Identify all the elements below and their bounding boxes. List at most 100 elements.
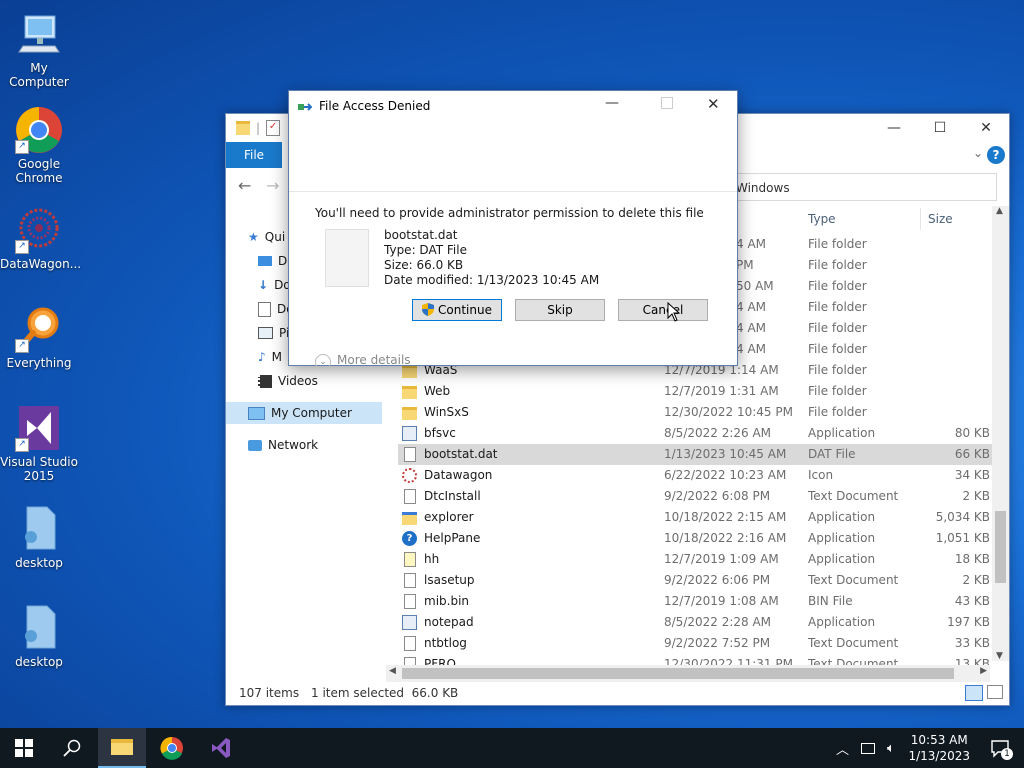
file-row-dtcinstall[interactable]: DtcInstall 9/2/2022 6:08 PM Text Document 2…	[398, 486, 994, 507]
file-icon	[404, 447, 416, 462]
folder-icon	[402, 407, 417, 420]
horizontal-scrollbar[interactable]: ◀ ▶	[386, 665, 990, 682]
properties-icon[interactable]: ✓	[266, 120, 281, 136]
music-icon: ♪	[258, 350, 266, 364]
chevron-up-icon[interactable]: ︿	[836, 739, 849, 758]
visual-studio-icon: ↗	[15, 404, 63, 452]
nav-item-my-computer[interactable]: My Computer	[226, 402, 382, 424]
explorer-close-button[interactable]: ✕	[963, 114, 1009, 142]
nav-item-videos[interactable]: Videos	[258, 370, 318, 392]
nav-item-pictures[interactable]: Pi	[258, 322, 289, 344]
nav-item-quick-access[interactable]: ★ Qui	[248, 226, 285, 248]
file-icon	[404, 594, 416, 609]
desktop-icon-label: Everything	[6, 356, 72, 370]
scroll-down-arrow-icon[interactable]: ▼	[996, 651, 1003, 661]
datawagon-icon: ↗	[15, 206, 63, 254]
cancel-button[interactable]: Cancel	[618, 299, 708, 321]
notepad-icon	[402, 615, 417, 630]
dialog-close-button[interactable]: ✕	[707, 95, 720, 113]
document-icon	[258, 301, 271, 317]
file-icon	[15, 604, 63, 652]
file-row-notepad[interactable]: notepad 8/5/2022 2:28 AM Application 197 KB	[398, 612, 994, 633]
chevron-down-icon[interactable]: ⌄	[973, 146, 983, 160]
desktop-icon-label: DataWagon...	[0, 257, 82, 271]
vertical-scroll-thumb[interactable]	[995, 511, 1006, 583]
taskbar-visual-studio[interactable]	[196, 728, 244, 768]
nav-item-music[interactable]: ♪ M	[258, 346, 282, 368]
desktop-icon-desktop-2[interactable]: desktop	[0, 604, 78, 669]
column-header-size[interactable]: Size	[928, 212, 953, 226]
file-tab[interactable]: File	[226, 142, 282, 168]
quick-access-toolbar: | ✓	[236, 120, 281, 136]
file-row-hh[interactable]: hh 12/7/2019 1:09 AM Application 18 KB	[398, 549, 994, 570]
mouse-cursor-icon	[667, 301, 681, 325]
scroll-right-arrow-icon[interactable]: ▶	[980, 666, 987, 676]
more-details-toggle[interactable]: ⌄ More details	[315, 353, 411, 367]
shortcut-arrow-icon: ↗	[15, 140, 29, 154]
explorer-icon	[402, 512, 417, 525]
desktop-icon-everything[interactable]: ↗ Everything	[0, 305, 78, 370]
file-row-datawagon[interactable]: Datawagon 6/22/2022 10:23 AM Icon 34 KB	[398, 465, 994, 486]
nav-item-downloads[interactable]: ↓ Do	[258, 274, 291, 296]
file-row-winsxs[interactable]: WinSxS 12/30/2022 10:45 PM File folder	[398, 402, 994, 423]
desktop-icon-my-computer[interactable]: My Computer	[0, 10, 78, 89]
file-row-mib-bin[interactable]: mib.bin 12/7/2019 1:08 AM BIN File 43 KB	[398, 591, 994, 612]
explorer-maximize-button[interactable]: ☐	[917, 114, 963, 142]
horizontal-scroll-thumb[interactable]	[402, 668, 954, 679]
file-name: bootstat.dat	[384, 228, 458, 242]
desktop-icon-label: desktop	[15, 655, 63, 669]
file-row-helppane[interactable]: ? HelpPane 10/18/2022 2:16 AM Application 1,…	[398, 528, 994, 549]
text-document-icon	[404, 636, 416, 651]
desktop-icon-google-chrome[interactable]: ↗ Google Chrome	[0, 106, 78, 185]
file-size: Size: 66.0 KB	[384, 258, 464, 272]
taskbar-file-explorer[interactable]	[98, 728, 146, 768]
scroll-up-arrow-icon[interactable]: ▲	[996, 206, 1003, 216]
folder-icon	[111, 739, 133, 755]
desktop-icon-visual-studio[interactable]: ↗ Visual Studio 2015	[0, 404, 78, 483]
skip-button[interactable]: Skip	[515, 299, 605, 321]
file-row-web[interactable]: Web 12/7/2019 1:31 AM File folder	[398, 381, 994, 402]
column-header-type[interactable]: Type	[808, 212, 836, 226]
file-row-lsasetup[interactable]: lsasetup 9/2/2022 6:06 PM Text Document 2 K…	[398, 570, 994, 591]
item-count: 107 items	[239, 686, 300, 700]
taskbar-clock[interactable]: 10:53 AM 1/13/2023	[908, 732, 970, 764]
notification-center-button[interactable]: 1	[990, 738, 1013, 760]
file-row-ntbtlog[interactable]: ntbtlog 9/2/2022 7:52 PM Text Document 33 K…	[398, 633, 994, 654]
picture-icon	[258, 327, 273, 339]
file-row-bfsvc[interactable]: bfsvc 8/5/2022 2:26 AM Application 80 KB	[398, 423, 994, 444]
download-icon: ↓	[258, 278, 269, 292]
chevron-down-icon: ⌄	[315, 354, 331, 367]
large-icons-view-icon[interactable]	[987, 685, 1003, 699]
desktop-icon	[258, 256, 272, 266]
dialog-maximize-button	[661, 97, 673, 109]
dialog-minimize-button[interactable]: —	[605, 95, 619, 111]
volume-icon[interactable]: 🔈︎	[887, 741, 895, 756]
start-button[interactable]	[0, 728, 48, 768]
file-preview-icon	[325, 229, 369, 287]
network-icon[interactable]	[861, 742, 876, 754]
text-document-icon	[404, 573, 416, 588]
file-row-bootstat[interactable]: bootstat.dat 1/13/2023 10:45 AM DAT File 66…	[398, 444, 994, 465]
file-modified: Date modified: 1/13/2023 10:45 AM	[384, 273, 600, 287]
help-icon[interactable]: ?	[987, 146, 1005, 164]
taskbar-chrome[interactable]	[148, 728, 196, 768]
desktop-icon-label: Visual Studio 2015	[0, 455, 78, 483]
nav-item-network[interactable]: Network	[248, 434, 318, 456]
search-button[interactable]	[48, 728, 96, 768]
scroll-left-arrow-icon[interactable]: ◀	[389, 666, 396, 676]
continue-button[interactable]: Continue	[412, 299, 502, 321]
system-tray: ︿ 🔈︎	[836, 728, 895, 768]
forward-arrow-icon[interactable]: →	[266, 176, 279, 195]
desktop-icon-datawagon[interactable]: ↗ DataWagon...	[0, 206, 82, 271]
star-icon: ★	[248, 230, 259, 244]
back-arrow-icon[interactable]: ←	[238, 176, 251, 195]
notification-badge: 1	[1001, 748, 1013, 760]
address-bar[interactable]: Windows	[731, 173, 997, 201]
text-document-icon	[404, 489, 416, 504]
details-view-icon[interactable]	[965, 685, 983, 701]
dialog-title: File Access Denied	[319, 99, 431, 113]
explorer-minimize-button[interactable]: —	[871, 114, 917, 142]
desktop-icon-desktop-1[interactable]: desktop	[0, 505, 78, 570]
vertical-scrollbar[interactable]: ▲ ▼	[992, 206, 1009, 661]
file-row-explorer[interactable]: explorer 10/18/2022 2:15 AM Application 5,0…	[398, 507, 994, 528]
